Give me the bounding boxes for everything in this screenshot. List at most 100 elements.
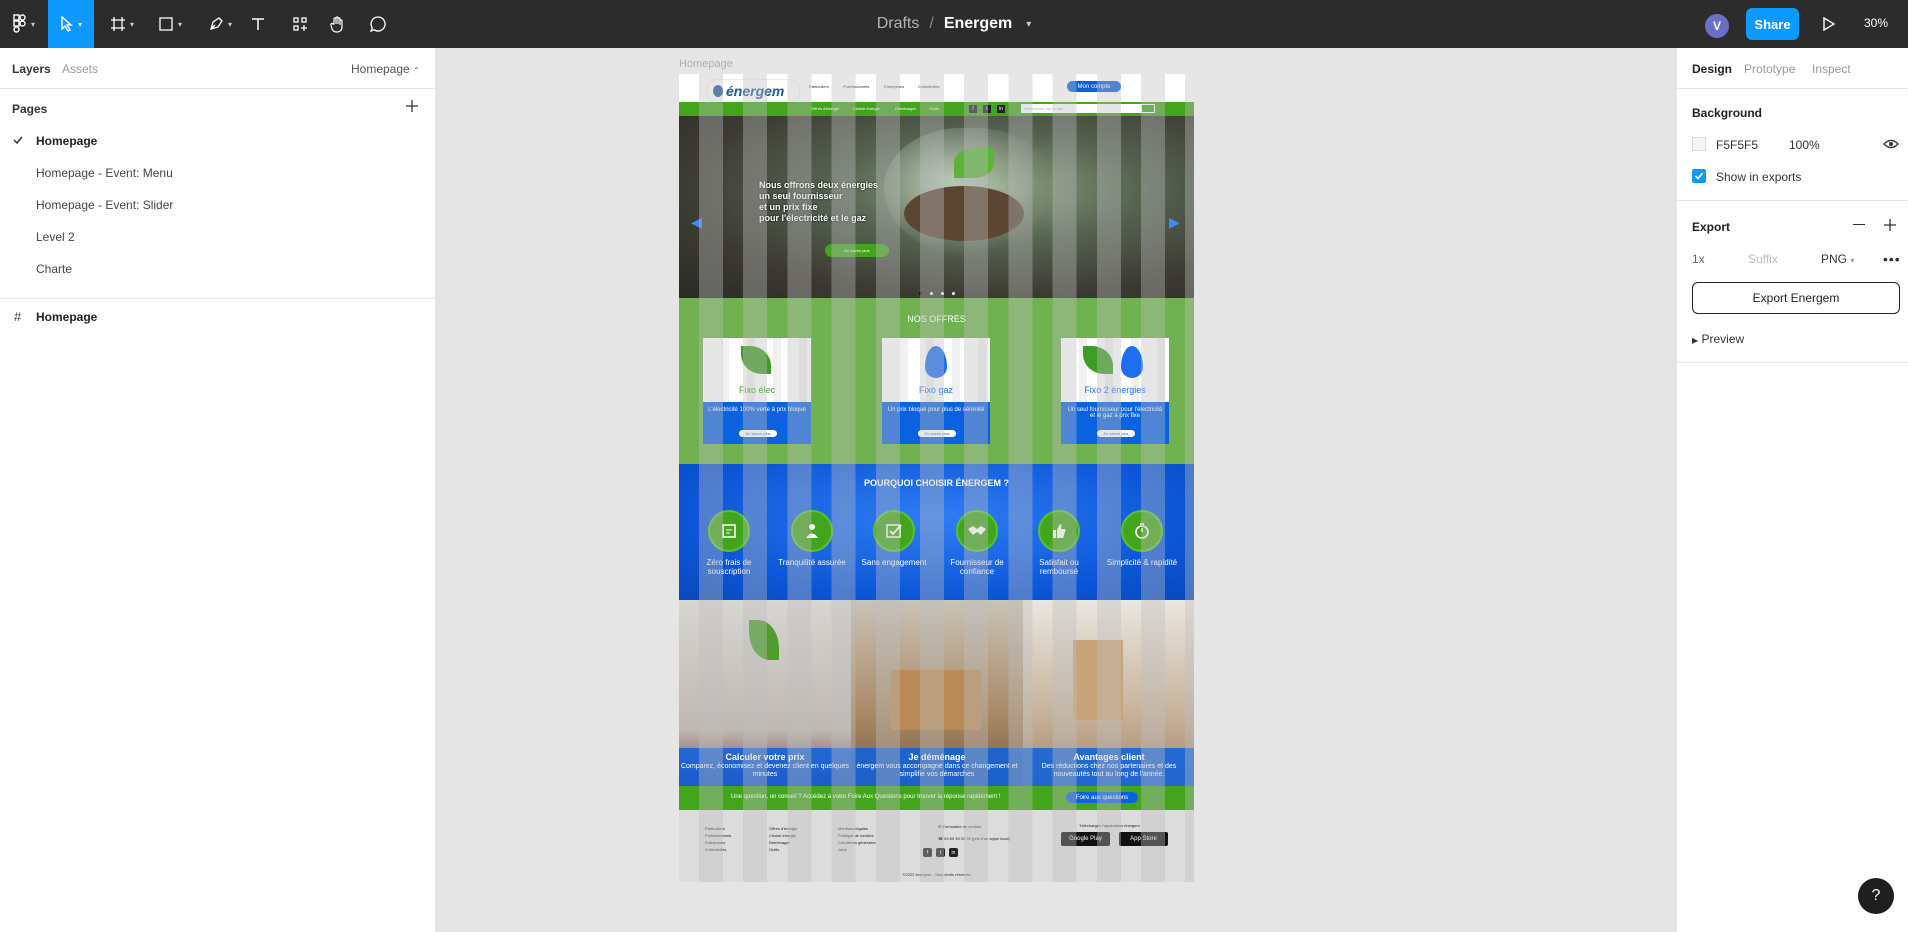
chevron-down-icon: ▾ xyxy=(129,19,134,29)
footer-link: Jobs xyxy=(838,847,847,852)
slider-dot xyxy=(952,292,955,295)
footer-link: Choisir énergie xyxy=(769,833,796,838)
export-suffix-input[interactable]: Suffix xyxy=(1748,252,1778,266)
offer-card: Fixo élec L'électricité 100% verte à pri… xyxy=(703,338,811,444)
tab-design[interactable]: Design xyxy=(1692,62,1732,76)
plant-image xyxy=(749,620,779,660)
preview-toggle[interactable]: ▶ Preview xyxy=(1692,332,1744,346)
feature-item: Tranquilité assurée xyxy=(772,510,852,567)
footer-link: Particuliers xyxy=(705,826,725,831)
pages-title: Pages xyxy=(12,102,48,116)
site-subnav-offres: Offres d'énergie xyxy=(811,106,840,111)
site-nav-collectivites: Collectivités xyxy=(918,84,940,89)
page-item-event-slider[interactable]: Homepage - Event: Slider xyxy=(36,198,173,212)
page-item-homepage[interactable]: Homepage xyxy=(36,134,97,148)
homepage-frame[interactable]: énergem Particuliers Professionnels Entr… xyxy=(679,74,1194,882)
footer-contact-form-label: Formulaire de contact xyxy=(942,824,982,829)
tab-inspect[interactable]: Inspect xyxy=(1812,62,1851,76)
help-button[interactable]: ? xyxy=(1858,878,1894,914)
offer-card-footer: L'électricité 100% verte à prix bloqué E… xyxy=(703,402,811,444)
file-menu-chevron-icon[interactable]: ▾ xyxy=(1026,19,1031,30)
page-item-charte[interactable]: Charte xyxy=(36,262,72,276)
background-hex-input[interactable]: F5F5F5 xyxy=(1716,138,1758,152)
sprout-image xyxy=(954,148,994,178)
main-menu-button[interactable]: ▾ xyxy=(0,0,48,48)
avatar[interactable]: V xyxy=(1705,14,1729,38)
frame-tool-button[interactable]: ▾ xyxy=(104,0,140,48)
footer-link: Entreprises xyxy=(705,840,726,845)
faq-banner: Une question, un conseil ? Accédez à vot… xyxy=(679,786,1194,810)
layer-name[interactable]: Homepage xyxy=(36,310,97,324)
tab-prototype[interactable]: Prototype xyxy=(1744,62,1795,76)
tile-title: Je déménage xyxy=(908,752,966,762)
figma-logo-icon xyxy=(13,14,26,33)
page-item-event-menu[interactable]: Homepage - Event: Menu xyxy=(36,166,173,180)
play-icon xyxy=(1823,16,1836,32)
plus-icon[interactable] xyxy=(1884,219,1896,231)
footer-facebook-icon: f xyxy=(923,848,932,857)
background-color-swatch[interactable] xyxy=(1692,137,1706,151)
stopwatch-icon xyxy=(1121,510,1163,552)
footer-phone-label: 09 69 39 02 39 (prix d'un appel local) xyxy=(944,836,1010,841)
divider xyxy=(1677,362,1908,363)
more-options-icon[interactable]: ••• xyxy=(1883,251,1901,267)
site-nav-entreprises: Entreprises xyxy=(884,84,905,89)
footer-link: Collectivités xyxy=(705,847,727,852)
copyright: ©2022 énergem - Tous droits réservés xyxy=(902,872,971,877)
breadcrumb-drafts[interactable]: Drafts xyxy=(877,15,920,33)
feature-item: Simplicité & rapidité xyxy=(1102,510,1182,567)
minus-icon[interactable] xyxy=(1853,224,1865,225)
export-button[interactable]: Export Energem xyxy=(1692,282,1900,314)
hand-tool-button[interactable] xyxy=(328,0,348,48)
eye-icon[interactable] xyxy=(1883,137,1899,151)
feature-label: Zéro frais de souscription xyxy=(706,558,752,576)
offer-card: Fixo 2 énergies Un seul fournisseur pour… xyxy=(1061,338,1169,444)
site-footer: Particuliers Professionnels Entreprises … xyxy=(679,810,1194,882)
frame-icon xyxy=(110,17,125,31)
page-item-level-2[interactable]: Level 2 xyxy=(36,230,75,244)
tab-assets[interactable]: Assets xyxy=(62,62,98,76)
slider-dot xyxy=(941,292,944,295)
frame-label[interactable]: Homepage xyxy=(679,58,733,70)
google-play-badge: Google Play xyxy=(1061,832,1110,846)
chevron-down-icon: ▾ xyxy=(30,19,35,29)
background-opacity-input[interactable]: 100% xyxy=(1789,138,1820,152)
shape-tool-button[interactable]: ▾ xyxy=(152,0,188,48)
file-name[interactable]: Energem xyxy=(944,15,1012,33)
footer-link: Mentions légales xyxy=(838,826,869,831)
faq-button: Foire aux questions xyxy=(1066,792,1138,803)
show-in-exports-checkbox[interactable] xyxy=(1692,169,1706,183)
background-title: Background xyxy=(1692,106,1763,120)
export-scale-input[interactable]: 1x xyxy=(1692,252,1705,266)
offer-button: En savoir plus xyxy=(739,430,777,437)
hero-text-line: et un prix fixe xyxy=(759,202,818,212)
add-page-button[interactable] xyxy=(404,98,420,114)
pen-tool-button[interactable]: ▾ xyxy=(202,0,238,48)
plus-icon xyxy=(406,100,418,112)
chevron-up-icon: ⌃ xyxy=(413,66,420,75)
site-subnav: Offres d'énergie Choisir énergie Déménag… xyxy=(679,102,1194,116)
tab-layers[interactable]: Layers xyxy=(12,62,51,76)
tile-shopping-image: Avantages client Des réductions chez nos… xyxy=(1023,600,1194,786)
feature-label: Sans engagement xyxy=(861,558,927,567)
resources-button[interactable] xyxy=(290,0,310,48)
feature-item: Zéro frais de souscription xyxy=(689,510,769,576)
site-search-input: Rechercher sur le site xyxy=(1021,104,1141,113)
text-tool-button[interactable] xyxy=(248,0,268,48)
page-selector[interactable]: Homepage ⌃ xyxy=(351,62,420,76)
footer-link: Professionnels xyxy=(705,833,732,838)
site-logo: énergem xyxy=(707,80,799,102)
text-icon xyxy=(252,18,264,30)
zoom-level[interactable]: 30% xyxy=(1864,16,1888,30)
breadcrumb-separator: / xyxy=(929,15,934,32)
present-button[interactable] xyxy=(1818,14,1838,34)
share-button[interactable]: Share xyxy=(1746,8,1799,40)
comment-tool-button[interactable] xyxy=(368,0,388,48)
app-download-title: Téléchargez l'application énergem xyxy=(1079,823,1140,828)
export-format-select[interactable]: PNG ▾ xyxy=(1821,252,1854,266)
offers-section: NOS OFFRES Fixo élec L'électricité 100% … xyxy=(679,298,1194,464)
footer-link: Outils xyxy=(769,847,780,852)
move-tool-button[interactable]: ▾ xyxy=(48,0,94,48)
tile-title: Avantages client xyxy=(1073,752,1145,762)
faq-text: Une question, un conseil ? Accédez à vot… xyxy=(731,794,1001,800)
